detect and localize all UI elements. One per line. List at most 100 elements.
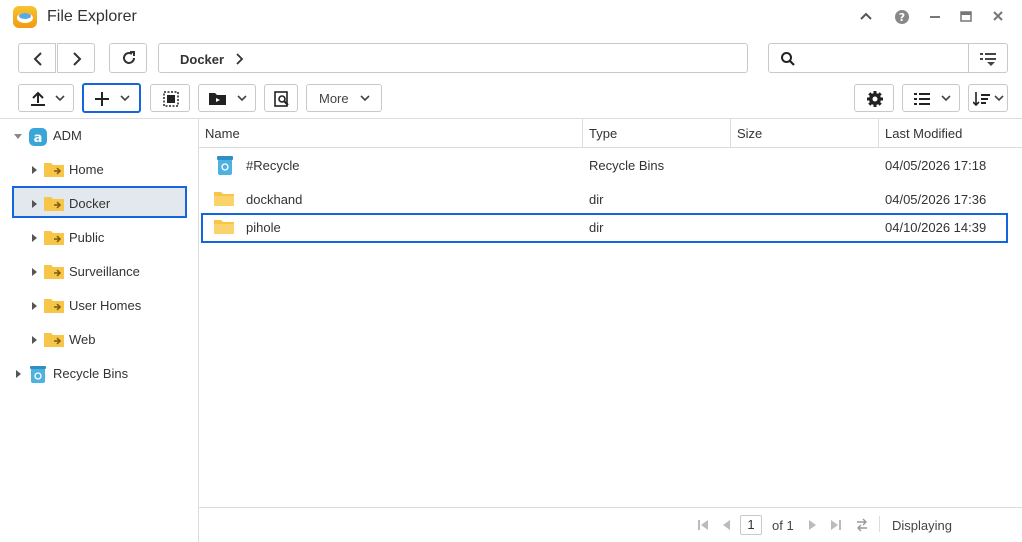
- chevron-down-icon: [237, 95, 247, 102]
- file-explorer-app-icon: [13, 6, 37, 28]
- column-header-type[interactable]: Type: [589, 126, 617, 141]
- file-name: #Recycle: [246, 158, 300, 173]
- column-divider: [730, 118, 731, 147]
- folder-icon: [214, 192, 234, 206]
- gear-icon: [867, 91, 883, 107]
- list-header-divider: [199, 147, 1022, 148]
- file-name: pihole: [246, 220, 281, 235]
- upload-button[interactable]: [18, 84, 74, 112]
- tree-expand-icon[interactable]: [14, 134, 22, 139]
- tree-label: Public: [69, 230, 105, 245]
- tree-expand-icon[interactable]: [32, 336, 37, 344]
- search-input[interactable]: [803, 49, 963, 67]
- tree-label: User Homes: [69, 298, 142, 313]
- sort-icon: [973, 92, 990, 107]
- refresh-list-icon[interactable]: [854, 517, 870, 533]
- settings-button[interactable]: [854, 84, 894, 112]
- file-explorer-window: File Explorer ? Docker More a ADM Home D…: [0, 0, 1022, 542]
- tree-item-web[interactable]: Web: [30, 328, 190, 352]
- first-page-icon[interactable]: [696, 518, 710, 532]
- tree-label: Recycle Bins: [53, 366, 129, 381]
- column-divider: [878, 118, 879, 147]
- refresh-button[interactable]: [109, 43, 147, 73]
- window-title: File Explorer: [47, 8, 137, 25]
- chevron-down-icon: [994, 95, 1004, 102]
- tree-label: Home: [69, 162, 104, 177]
- tree-label: ADM: [53, 128, 82, 143]
- toolbar-divider: [0, 118, 1022, 119]
- breadcrumb-docker[interactable]: Docker: [180, 52, 224, 67]
- minimize-icon[interactable]: [925, 9, 945, 27]
- chevron-down-icon: [360, 95, 370, 102]
- recycle-bin-icon: [217, 156, 233, 175]
- refresh-icon: [123, 51, 135, 64]
- more-button[interactable]: More: [306, 84, 382, 112]
- tree-item-home[interactable]: Home: [30, 158, 190, 182]
- file-type: dir: [589, 220, 604, 235]
- plus-icon: [95, 92, 109, 106]
- chevron-left-icon: [33, 52, 42, 66]
- shared-folder-icon: [44, 231, 64, 245]
- title-bar: File Explorer ?: [0, 0, 1022, 36]
- tree-expand-icon[interactable]: [32, 200, 37, 208]
- last-page-icon[interactable]: [829, 518, 843, 532]
- chevron-down-icon: [55, 95, 65, 102]
- tree-label: Web: [69, 332, 96, 347]
- file-name: dockhand: [246, 192, 303, 207]
- tree-item-adm[interactable]: a ADM: [14, 124, 194, 148]
- sidebar-divider: [198, 118, 199, 542]
- previous-page-icon[interactable]: [720, 518, 732, 532]
- copy-move-button[interactable]: [198, 84, 256, 112]
- tree-expand-icon[interactable]: [32, 166, 37, 174]
- chevron-right-icon: [73, 52, 82, 66]
- path-bar[interactable]: Docker: [158, 43, 748, 73]
- view-mode-button[interactable]: [902, 84, 960, 112]
- tree-item-docker[interactable]: Docker: [30, 192, 185, 216]
- chevron-down-icon: [941, 95, 951, 102]
- search-divider: [968, 44, 969, 72]
- sort-button[interactable]: [968, 84, 1008, 112]
- table-row[interactable]: pihole dir 04/10/2026 14:39: [199, 214, 1022, 242]
- file-modified: 04/05/2026 17:36: [885, 192, 987, 207]
- column-header-name[interactable]: Name: [205, 126, 240, 141]
- shared-folder-icon: [44, 163, 64, 177]
- search-icon: [781, 52, 795, 66]
- column-header-last-modified[interactable]: Last Modified: [885, 126, 962, 141]
- tree-item-surveillance[interactable]: Surveillance: [30, 260, 190, 284]
- tree-item-user-homes[interactable]: User Homes: [30, 294, 190, 318]
- help-icon[interactable]: ?: [892, 9, 912, 27]
- create-button[interactable]: [82, 83, 141, 113]
- page-number-input[interactable]: 1: [740, 515, 762, 535]
- nas-icon: a: [29, 128, 47, 146]
- tree-expand-icon[interactable]: [32, 234, 37, 242]
- file-type: Recycle Bins: [589, 158, 665, 173]
- search-box[interactable]: [768, 43, 1008, 73]
- tree-label: Docker: [69, 196, 111, 211]
- advanced-search-icon[interactable]: [979, 51, 997, 67]
- collapse-icon[interactable]: [856, 9, 876, 27]
- column-header-size[interactable]: Size: [737, 126, 762, 141]
- shared-folder-icon: [44, 265, 64, 279]
- tree-item-recycle-bins[interactable]: Recycle Bins: [14, 362, 194, 386]
- next-page-icon[interactable]: [807, 518, 819, 532]
- back-button[interactable]: [18, 43, 56, 73]
- shared-folder-icon: [44, 299, 64, 313]
- recycle-bin-icon: [30, 366, 46, 383]
- tree-expand-icon[interactable]: [32, 268, 37, 276]
- close-icon[interactable]: [988, 9, 1008, 27]
- file-modified: 04/05/2026 17:18: [885, 158, 987, 173]
- file-modified: 04/10/2026 14:39: [885, 220, 987, 235]
- table-row[interactable]: dockhand dir 04/05/2026 17:36: [199, 186, 1022, 214]
- chevron-down-icon: [120, 95, 130, 102]
- tree-item-public[interactable]: Public: [30, 226, 190, 250]
- tree-expand-icon[interactable]: [16, 370, 21, 378]
- table-row[interactable]: #Recycle Recycle Bins 04/05/2026 17:18: [199, 152, 1022, 180]
- maximize-icon[interactable]: [956, 9, 976, 27]
- select-all-button[interactable]: [150, 84, 190, 112]
- upload-icon: [31, 91, 45, 106]
- forward-button[interactable]: [57, 43, 95, 73]
- shared-folder-icon: [44, 333, 64, 347]
- tree-expand-icon[interactable]: [32, 302, 37, 310]
- more-label: More: [319, 91, 349, 106]
- preview-button[interactable]: [264, 84, 298, 112]
